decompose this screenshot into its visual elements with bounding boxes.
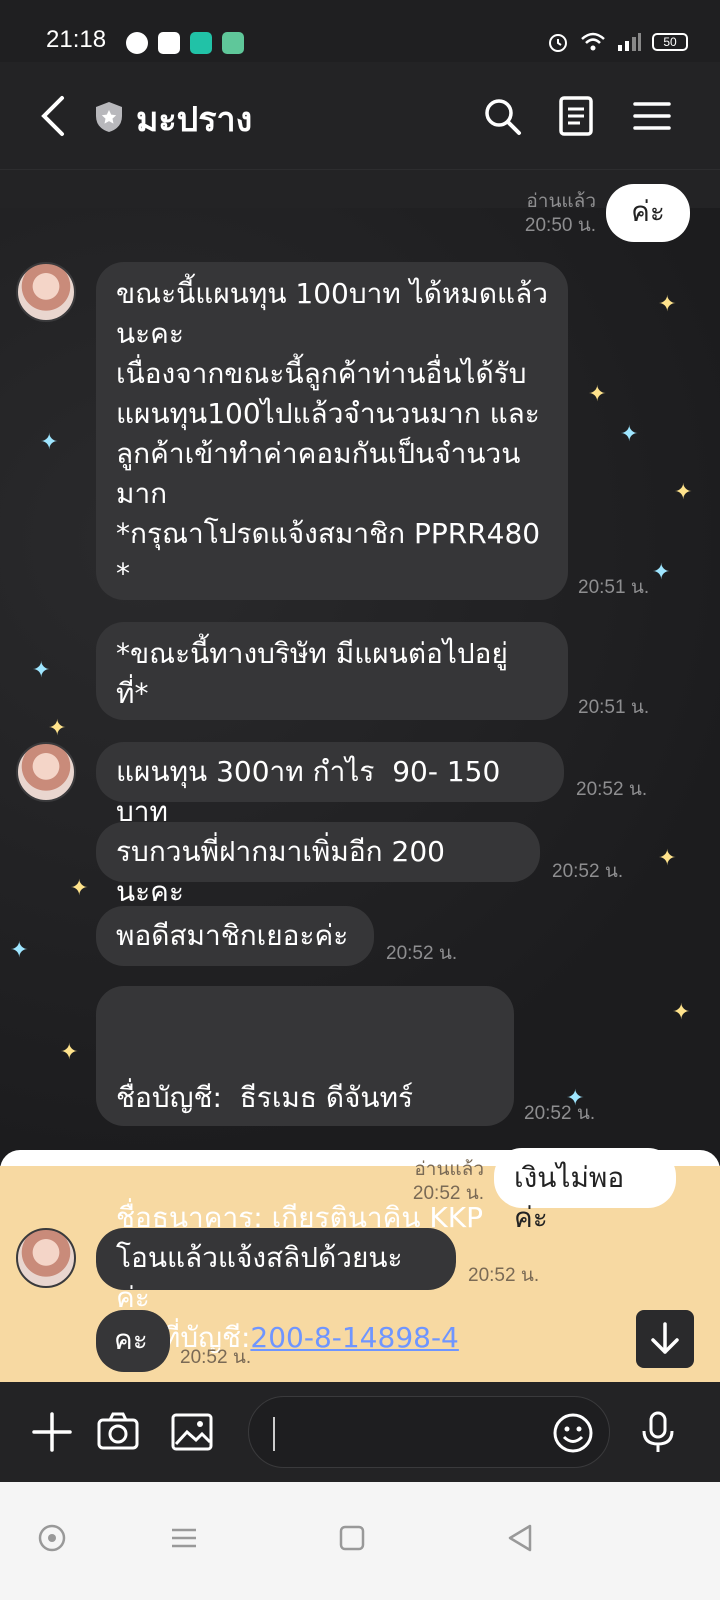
- message-bubble[interactable]: แผนทุน 300าท กำไร 90- 150 บาท: [96, 742, 564, 828]
- menu-icon[interactable]: [632, 96, 672, 136]
- message-bubble[interactable]: โอนแล้วแจ้งสลิปด้วยนะค่ะ: [96, 1228, 456, 1314]
- battery-indicator: 50: [652, 33, 688, 51]
- message-bubble-account[interactable]: ชื่อบัญชี: ธีรเมธ ดีจันทร์ ชื่อธนาคาร: เ…: [96, 986, 514, 1354]
- notes-icon[interactable]: [556, 96, 596, 136]
- message-bubble[interactable]: *ขณะนี้ทางบริษัท มีแผนต่อไปอยู่ ที่*: [96, 622, 568, 720]
- star-decoration: ✦: [672, 1000, 691, 1025]
- message-time: 20:52 น.: [468, 1265, 540, 1286]
- text-cursor: [273, 1417, 275, 1451]
- notification-icons: [126, 32, 244, 54]
- app-a-icon: [190, 32, 212, 54]
- message-meta: อ่านแล้ว 20:50 น.: [524, 191, 596, 236]
- message-input[interactable]: [248, 1396, 610, 1468]
- message-bubble-sent[interactable]: เงินไม่พอค่ะ: [494, 1148, 676, 1234]
- shield-icon: [96, 102, 122, 132]
- signal-icon: [618, 33, 641, 51]
- chat-area[interactable]: ✦ ✦ ✦ ✦ ✦ ✦ ✦ ✦ ✦ ✦ ✦ ✦ ✦ ✦ อ่านแล้ว 20:…: [0, 170, 720, 1410]
- avatar[interactable]: [16, 262, 76, 322]
- status-bar: 21:18 50: [0, 0, 720, 62]
- message-bubble[interactable]: พอดีสมาชิกเยอะค่ะ: [96, 906, 374, 966]
- avatar[interactable]: [16, 742, 76, 802]
- account-number-line: เลขที่บัญชี:200-8-14898-4: [116, 1321, 459, 1354]
- search-icon[interactable]: [482, 96, 522, 136]
- message-bubble-sent[interactable]: ค่ะ: [606, 184, 690, 242]
- back-nav-icon[interactable]: [504, 1522, 536, 1554]
- star-decoration: ✦: [70, 876, 89, 901]
- avatar[interactable]: [16, 1228, 76, 1288]
- alarm-icon: [549, 34, 567, 52]
- assistant-icon[interactable]: [36, 1522, 68, 1554]
- account-name-line: ชื่อบัญชี: ธีรเมธ ดีจันทร์: [116, 1081, 414, 1114]
- status-right: 50: [546, 30, 688, 54]
- message-time: 20:52 น.: [576, 779, 648, 800]
- message-time: 20:52 น.: [552, 861, 624, 882]
- image-icon[interactable]: [170, 1410, 214, 1454]
- star-decoration: ✦: [652, 560, 671, 585]
- message-bubble[interactable]: รบกวนพี่ฝากมาเพิ่มอีก 200 นะคะ: [96, 822, 540, 908]
- star-decoration: ✦: [10, 938, 29, 963]
- messenger-icon: [126, 32, 148, 54]
- facebook-icon: [158, 32, 180, 54]
- status-time: 21:18: [46, 26, 107, 53]
- message-bubble[interactable]: คะ: [96, 1310, 170, 1372]
- arrow-down-icon[interactable]: [636, 1310, 694, 1368]
- emoji-icon[interactable]: [551, 1411, 595, 1455]
- star-decoration: ✦: [32, 658, 51, 683]
- message-input-bar: [0, 1382, 720, 1482]
- star-decoration: ✦: [588, 382, 607, 407]
- star-decoration: ✦: [674, 480, 693, 505]
- plus-icon[interactable]: [30, 1410, 74, 1454]
- chat-header: มะปราง: [0, 62, 720, 170]
- back-icon[interactable]: [38, 94, 68, 138]
- message-time: 20:52 น.: [180, 1347, 252, 1368]
- mic-icon[interactable]: [636, 1410, 680, 1454]
- home-icon[interactable]: [336, 1522, 368, 1554]
- star-decoration: ✦: [658, 846, 677, 871]
- message-time: 20:51 น.: [578, 577, 650, 598]
- system-nav-bar: [0, 1482, 720, 1600]
- app-gift-icon: [222, 32, 244, 54]
- message-time: 20:52 น.: [524, 1103, 596, 1124]
- star-decoration: ✦: [40, 430, 59, 455]
- message-bubble[interactable]: ขณะนี้แผนทุน 100บาท ได้หมดแล้ว นะคะ เนื่…: [96, 262, 568, 600]
- star-decoration: ✦: [658, 292, 677, 317]
- message-time: 20:52 น.: [386, 943, 458, 964]
- message-meta: อ่านแล้ว 20:52 น.: [412, 1159, 484, 1204]
- message-time: 20:51 น.: [578, 697, 650, 718]
- account-number-link[interactable]: 200-8-14898-4: [250, 1321, 458, 1354]
- star-decoration: ✦: [48, 716, 67, 741]
- chat-title[interactable]: มะปราง: [136, 92, 252, 146]
- wifi-icon: [581, 32, 605, 51]
- camera-icon[interactable]: [96, 1410, 140, 1454]
- star-decoration: ✦: [60, 1040, 79, 1065]
- star-decoration: ✦: [620, 422, 639, 447]
- recent-apps-icon[interactable]: [168, 1522, 200, 1554]
